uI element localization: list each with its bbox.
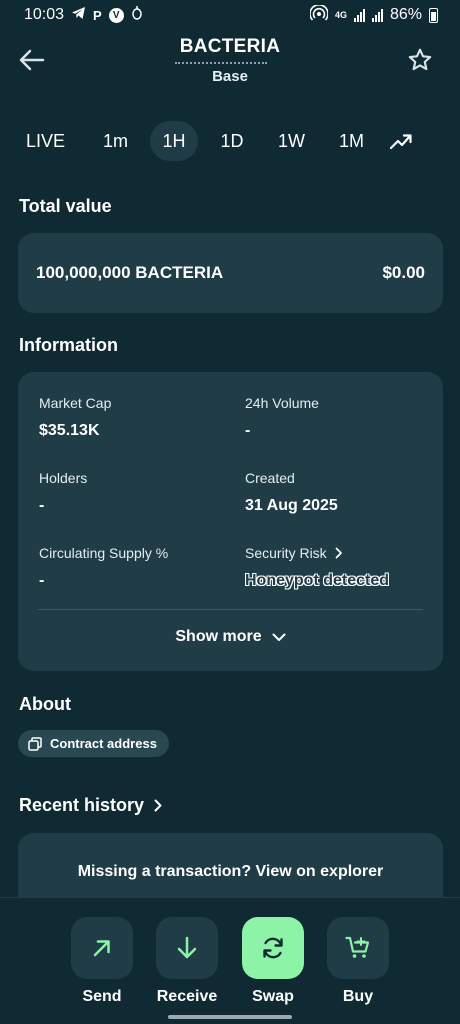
holders: Holders - (39, 470, 87, 515)
cart-plus-icon (345, 936, 370, 958)
buy-label: Buy (342, 988, 374, 1005)
chevron-right-icon (335, 547, 342, 559)
chevron-right-icon (154, 799, 162, 812)
star-outline-icon (408, 48, 432, 71)
market-cap: Market Cap $35.13K (39, 395, 111, 440)
receive-button[interactable] (156, 917, 218, 979)
title-underline (175, 62, 267, 64)
security-risk-value: Honeypot detected (245, 572, 390, 589)
swap-action[interactable]: Swap (241, 917, 305, 1006)
send-label: Send (82, 988, 122, 1005)
info-divider (38, 609, 423, 610)
status-right: 4G 86% (309, 3, 438, 26)
timeframe-1month[interactable]: 1M (327, 121, 376, 161)
status-left: 10:03 P V (24, 5, 143, 25)
signal-icon (353, 8, 365, 22)
security-risk[interactable]: Security Risk Honeypot detected (245, 545, 389, 590)
bottom-action-bar: Send Receive Swap Buy (0, 897, 460, 1024)
page-title[interactable]: BACTERIA (0, 36, 460, 58)
contract-address-label: Contract address (50, 736, 157, 751)
arrow-up-right-icon (93, 940, 110, 957)
send-action[interactable]: Send (70, 917, 134, 1006)
receive-label: Receive (156, 988, 218, 1005)
timeframe-1h[interactable]: 1H (150, 121, 199, 161)
circulating-supply: Circulating Supply % - (39, 545, 168, 590)
information-card: Market Cap $35.13K 24h Volume - Holders … (18, 372, 443, 671)
buy-action[interactable]: Buy (326, 917, 390, 1006)
swap-button[interactable] (242, 917, 304, 979)
telegram-icon (71, 6, 86, 25)
timeframe-1m[interactable]: 1m (91, 121, 140, 161)
timeframe-selector: LIVE 1m 1H 1D 1W 1M (14, 120, 454, 162)
receive-action[interactable]: Receive (155, 917, 219, 1006)
security-risk-label-row[interactable]: Security Risk (245, 545, 389, 561)
total-value-title: Total value (19, 196, 112, 216)
hotspot-icon (309, 3, 329, 26)
bug-icon (131, 5, 143, 25)
status-bar: 10:03 P V 4G 86% (0, 0, 460, 30)
volume-value: - (245, 422, 251, 439)
timeframe-1d[interactable]: 1D (208, 121, 256, 161)
chart-toggle-button[interactable] (386, 121, 416, 161)
supply-label: Circulating Supply % (39, 545, 169, 561)
total-value-card: 100,000,000 BACTERIA $0.00 (18, 233, 443, 313)
signal-icon-2 (371, 8, 383, 22)
created: Created 31 Aug 2025 (245, 470, 338, 515)
market-cap-value: $35.13K (39, 422, 100, 439)
refresh-swap-icon (263, 937, 283, 959)
security-risk-label: Security Risk (245, 545, 327, 561)
swap-label: Swap (252, 988, 294, 1005)
network-type: 4G (334, 9, 347, 20)
buy-button[interactable] (327, 917, 389, 979)
show-more-label: Show more (175, 628, 262, 645)
header: BACTERIA Base (0, 30, 460, 100)
fiat-value: $0.00 (382, 263, 425, 282)
send-button[interactable] (71, 917, 133, 979)
status-time: 10:03 (24, 6, 65, 23)
token-amount: 100,000,000 BACTERIA (36, 263, 224, 282)
created-label: Created (245, 470, 295, 486)
show-more-button[interactable]: Show more (18, 628, 443, 646)
view-on-explorer-link[interactable]: Missing a transaction? View on explorer (78, 863, 384, 881)
arrow-down-icon (177, 936, 197, 959)
chevron-down-icon (272, 633, 286, 641)
battery-icon (429, 7, 438, 23)
timeframe-live[interactable]: LIVE (14, 121, 77, 161)
volume-label: 24h Volume (245, 395, 319, 411)
battery-percent: 86% (389, 6, 422, 23)
copy-icon (28, 736, 42, 751)
market-cap-label: Market Cap (39, 395, 112, 411)
recent-history-link[interactable]: Recent history (19, 795, 162, 816)
volume-24h: 24h Volume - (245, 395, 319, 440)
favorite-button[interactable] (404, 44, 436, 76)
holders-label: Holders (39, 470, 88, 486)
v-icon: V (108, 7, 124, 23)
timeframe-1w[interactable]: 1W (266, 121, 317, 161)
network-subtitle: Base (212, 68, 248, 85)
trending-up-icon (390, 134, 412, 150)
home-indicator[interactable] (168, 1015, 292, 1019)
recent-history-title: Recent history (19, 795, 145, 815)
p-icon: P (93, 7, 102, 23)
contract-address-button[interactable]: Contract address (18, 730, 169, 757)
about-title: About (19, 694, 71, 714)
information-title: Information (19, 335, 118, 355)
holders-value: - (39, 497, 45, 514)
created-value: 31 Aug 2025 (245, 497, 338, 514)
supply-value: - (39, 572, 45, 589)
